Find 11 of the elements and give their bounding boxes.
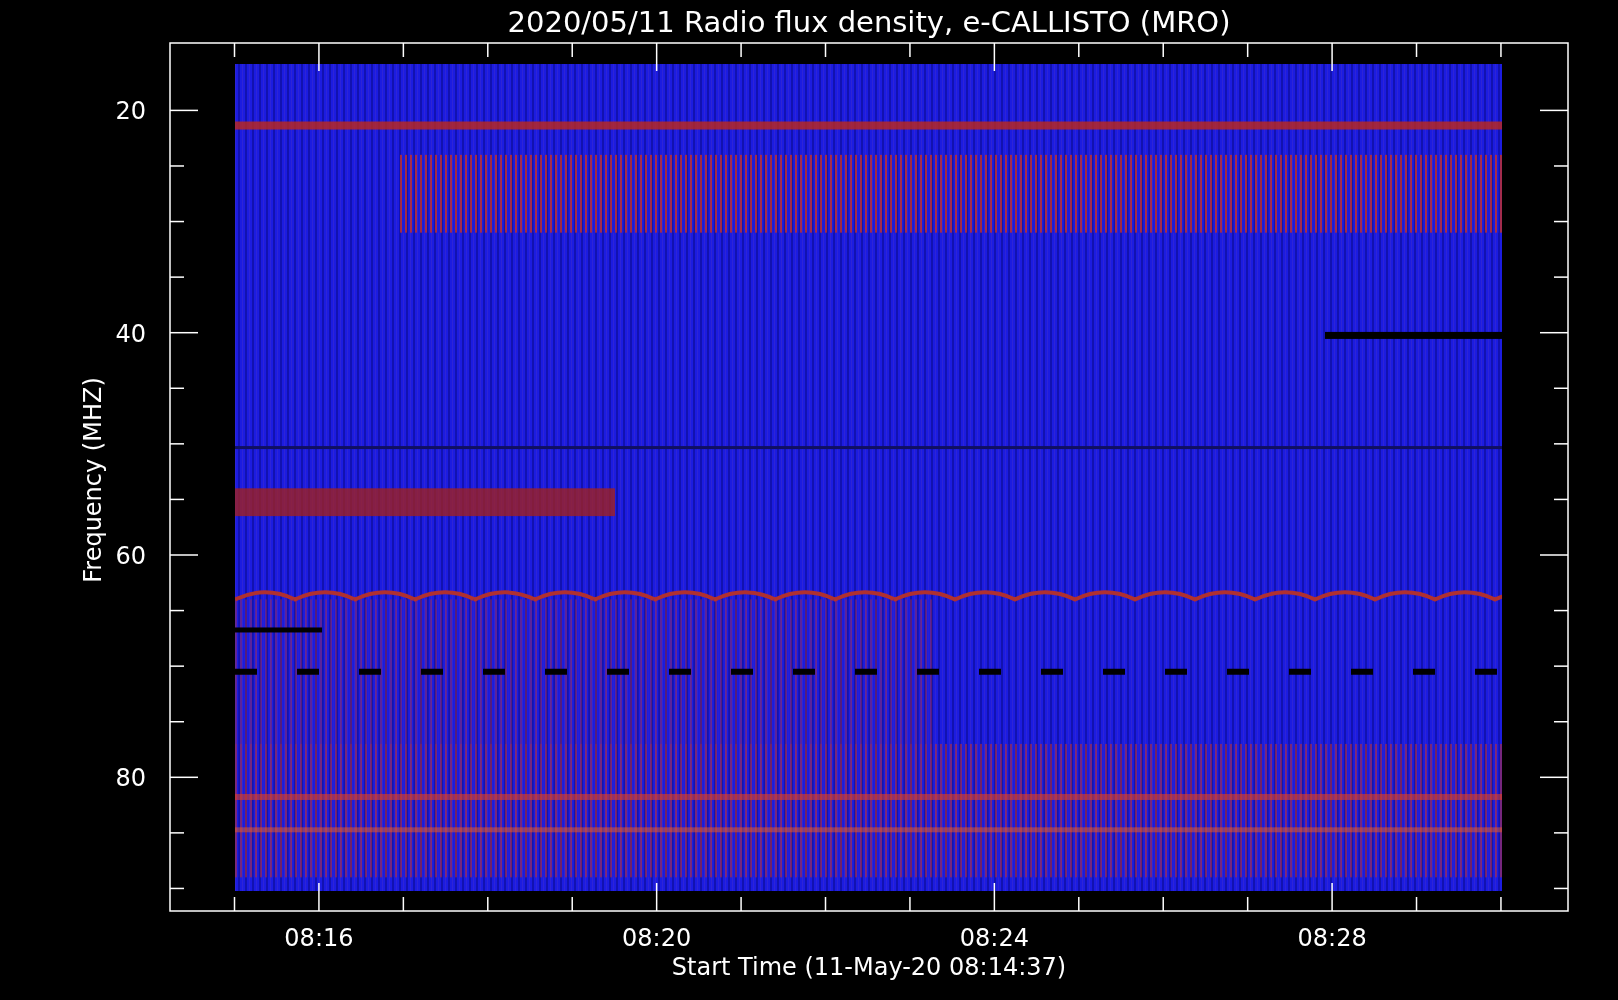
y-tick-label: 80 [115, 764, 146, 793]
y-tick-label: 60 [115, 542, 146, 570]
y-tick-label: 40 [115, 319, 146, 348]
chart-title: 2020/05/11 Radio flux density, e-CALLISTO (MRO) [507, 5, 1231, 39]
x-tick-label: 08:20 [622, 924, 692, 952]
x-tick-label: 08:16 [284, 924, 354, 952]
y-tick-label: 20 [115, 97, 146, 126]
x-tick-label: 08:24 [959, 924, 1029, 952]
y-axis-title: Frequency (MHZ) [79, 377, 107, 583]
x-axis-title: Start Time (11-May-20 08:14:37) [671, 953, 1067, 981]
x-tick-label: 08:28 [1297, 924, 1367, 952]
